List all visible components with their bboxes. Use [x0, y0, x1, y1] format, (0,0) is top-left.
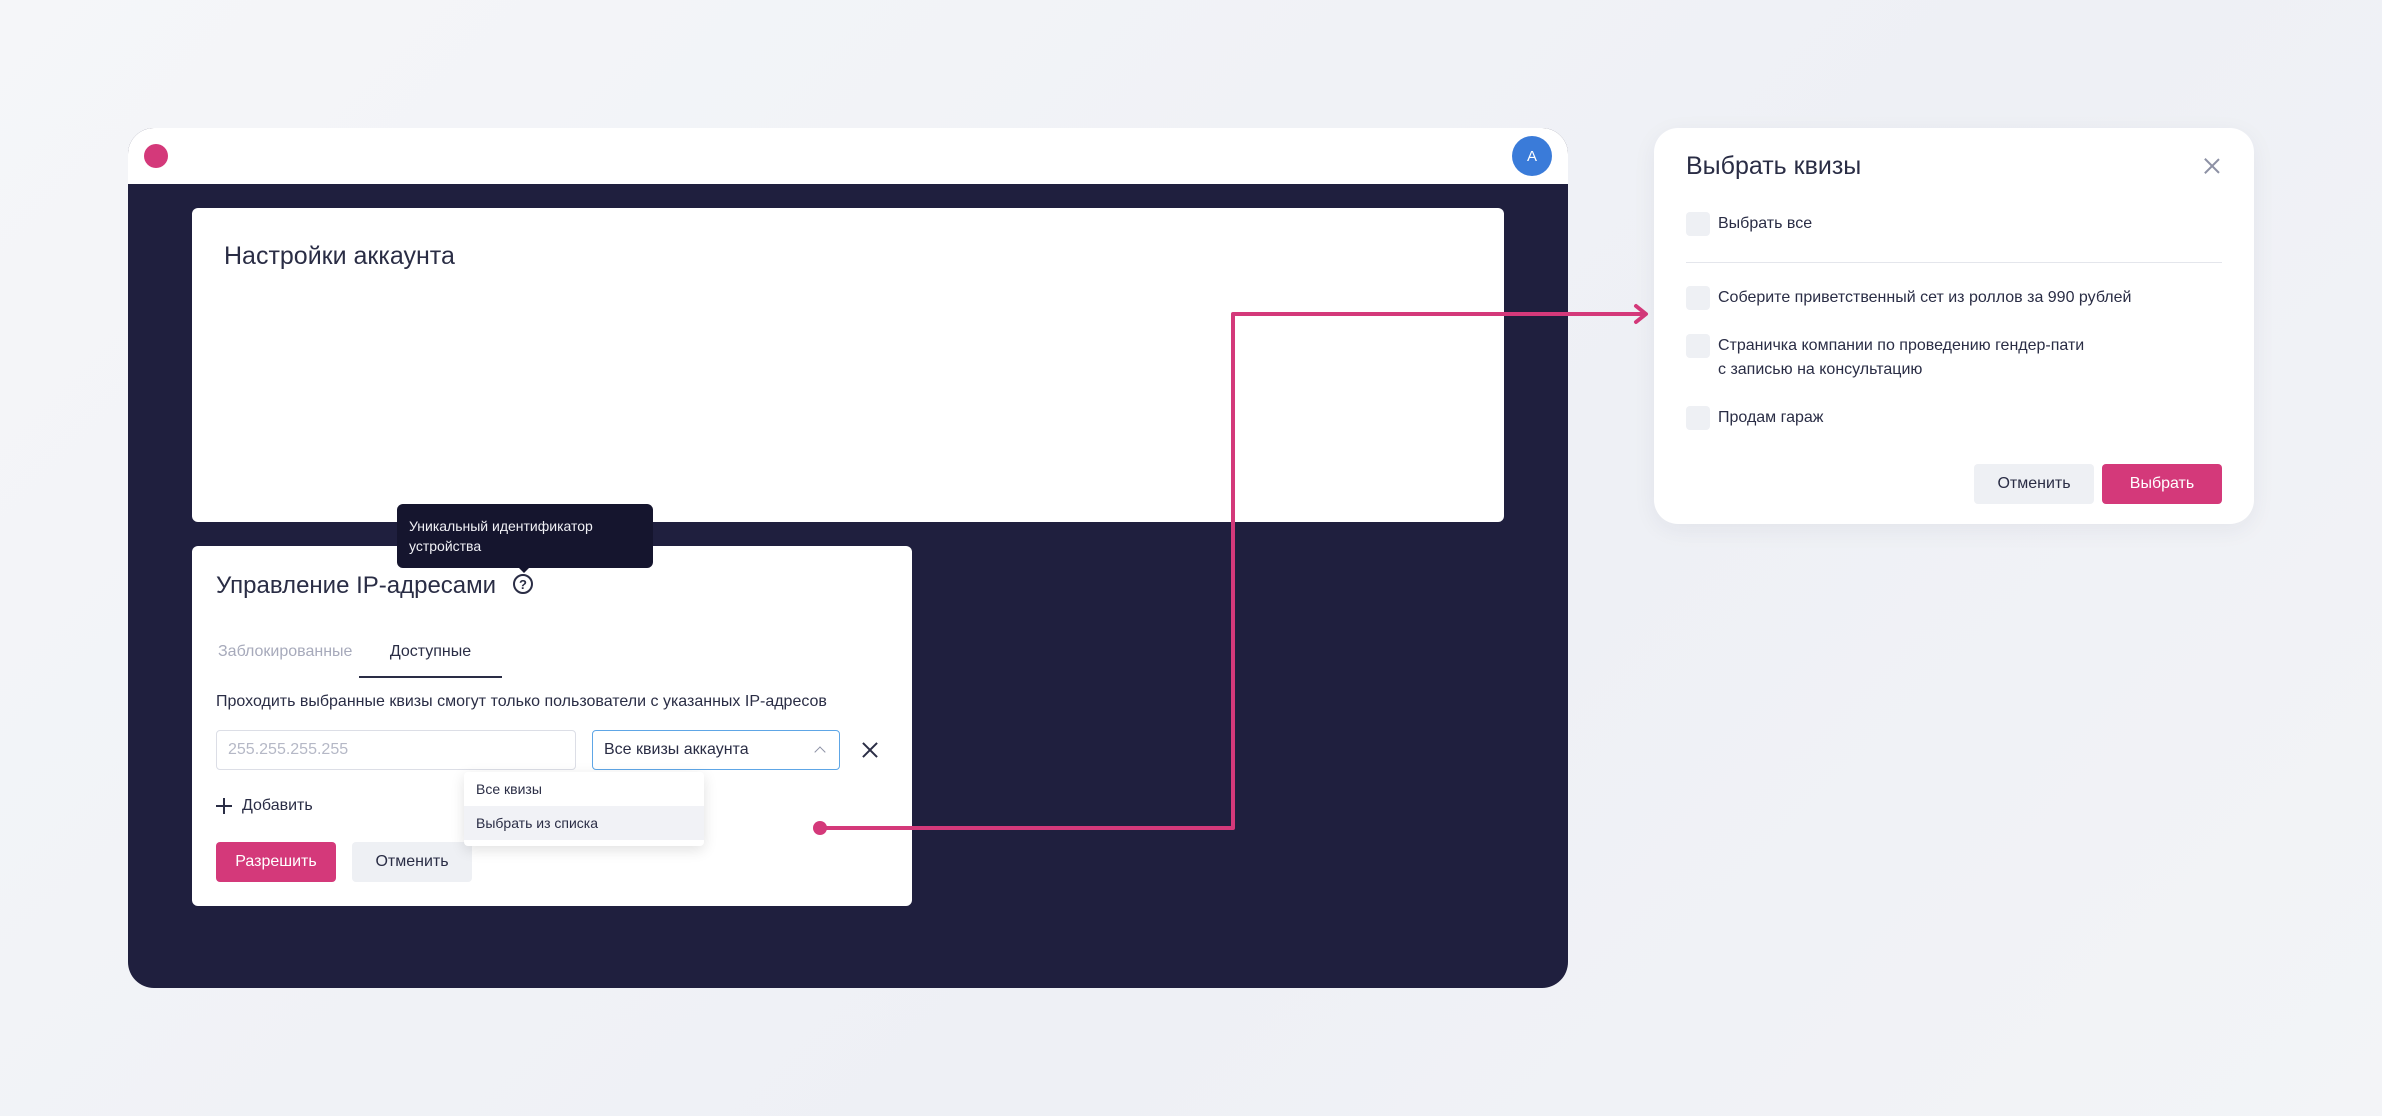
ip-address-input[interactable]	[216, 730, 576, 770]
quiz-item-checkbox[interactable]	[1686, 406, 1710, 430]
select-all-row[interactable]: Выбрать все	[1686, 212, 1812, 236]
tab-blocked[interactable]: Заблокированные	[208, 626, 354, 678]
plus-icon	[216, 798, 232, 814]
account-settings-card: Настройки аккаунта	[192, 208, 1504, 522]
add-ip-button[interactable]: Добавить	[216, 790, 313, 822]
question-circle-icon[interactable]: ?	[513, 574, 533, 594]
modal-cancel-button[interactable]: Отменить	[1974, 464, 2094, 504]
quiz-scope-dropdown: Все квизы Выбрать из списка	[464, 772, 704, 846]
user-avatar[interactable]: A	[1512, 136, 1552, 176]
chevron-up-icon	[814, 746, 826, 758]
quiz-item[interactable]: Страничка компании по проведению гендер-…	[1686, 334, 2084, 382]
select-quizzes-modal: Выбрать квизы Выбрать все Соберите приве…	[1654, 128, 2254, 524]
tab-available[interactable]: Доступные	[359, 626, 502, 678]
help-tooltip: Уникальный идентификатор устройства	[397, 504, 653, 568]
dropdown-option-pick-from-list[interactable]: Выбрать из списка	[464, 806, 704, 840]
quiz-item[interactable]: Соберите приветственный сет из роллов за…	[1686, 286, 2131, 310]
quiz-scope-select-value: Все квизы аккаунта	[604, 741, 749, 758]
ip-hint-text: Проходить выбранные квизы смогут только …	[216, 693, 827, 710]
arrow-head-icon	[1634, 304, 1648, 324]
tooltip-arrow	[518, 567, 530, 573]
quiz-item-checkbox[interactable]	[1686, 334, 1710, 358]
modal-select-button[interactable]: Выбрать	[2102, 464, 2222, 504]
ip-management-card: Управление IP-адресами ? Заблокированные…	[192, 546, 912, 906]
quiz-item-checkbox[interactable]	[1686, 286, 1710, 310]
close-icon[interactable]	[2202, 156, 2222, 176]
brand-logo[interactable]	[144, 144, 168, 168]
top-bar: A	[128, 128, 1568, 184]
quiz-item-label: Страничка компании по проведению гендер-…	[1718, 337, 2085, 378]
quiz-item-label: Соберите приветственный сет из роллов за…	[1718, 289, 2132, 306]
quiz-item[interactable]: Продам гараж	[1686, 406, 1824, 430]
modal-title: Выбрать квизы	[1686, 152, 1862, 180]
close-icon[interactable]	[858, 738, 882, 762]
ip-management-title: Управление IP-адресами	[216, 572, 497, 599]
quiz-scope-select[interactable]: Все квизы аккаунта	[592, 730, 840, 770]
cancel-button[interactable]: Отменить	[352, 842, 472, 882]
select-all-label: Выбрать все	[1718, 215, 1813, 232]
dropdown-option-all-quizzes[interactable]: Все квизы	[464, 772, 704, 806]
quiz-item-label: Продам гараж	[1718, 409, 1824, 426]
app-window: A Настройки аккаунта Управление IP-адрес…	[128, 128, 1568, 988]
modal-divider	[1686, 262, 2222, 263]
select-all-checkbox[interactable]	[1686, 212, 1710, 236]
add-ip-label: Добавить	[242, 797, 313, 814]
allow-button[interactable]: Разрешить	[216, 842, 336, 882]
account-settings-title: Настройки аккаунта	[224, 242, 455, 270]
